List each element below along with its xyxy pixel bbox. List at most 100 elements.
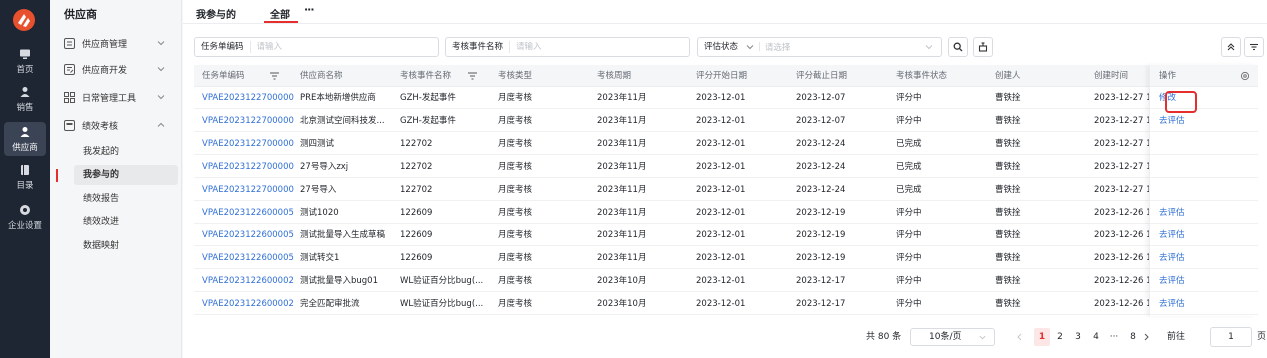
operation-row xyxy=(1150,179,1258,201)
evaluate-link[interactable]: 去评估 xyxy=(1159,270,1185,292)
cell-task-code[interactable]: VPAE20231227000004-1 xyxy=(202,133,294,155)
cell-type: 月度考核 xyxy=(498,299,533,310)
page-ellipsis[interactable]: ··· xyxy=(1106,328,1122,346)
page-number[interactable]: 2 xyxy=(1052,328,1068,346)
menu-item-supplier-development[interactable]: 供应商开发 xyxy=(64,60,181,78)
cell-creator: 曹铁拴 xyxy=(995,161,1021,172)
chevron-down-icon xyxy=(157,67,165,72)
cell-creator: 曹铁拴 xyxy=(995,184,1021,195)
goto-label: 前往 xyxy=(1167,332,1186,342)
header-end-date: 评分截止日期 xyxy=(796,71,848,81)
cell-task-code[interactable]: VPAE20231227000005-1 xyxy=(202,87,294,109)
rail-item-settings[interactable]: 企业设置 xyxy=(0,200,50,234)
cell-supplier: 27号导入zxj xyxy=(300,161,349,172)
cell-period: 2023年11月 xyxy=(597,230,647,241)
cell-type: 月度考核 xyxy=(498,184,533,195)
cell-start-date: 2023-12-01 xyxy=(696,207,746,218)
cell-type: 月度考核 xyxy=(498,276,533,287)
sub-item-improvement[interactable]: 绩效改进 xyxy=(83,213,119,231)
settings-gear-icon[interactable] xyxy=(1240,71,1250,81)
chevron-down-icon xyxy=(157,41,165,46)
tab-all[interactable]: 全部 xyxy=(270,6,290,21)
cell-start-date: 2023-12-01 xyxy=(696,299,746,310)
rail-item-label: 销售 xyxy=(16,102,34,113)
sub-item-initiated[interactable]: 我发起的 xyxy=(83,143,119,161)
cell-start-date: 2023-12-01 xyxy=(696,93,746,103)
goto-page-input[interactable]: 1 xyxy=(1210,327,1252,347)
page-size-select[interactable]: 10条/页 xyxy=(910,328,995,346)
menu-item-label: 绩效考核 xyxy=(82,121,119,132)
page-number[interactable]: 1 xyxy=(1034,328,1050,346)
cell-start-date: 2023-12-01 xyxy=(696,161,746,172)
cell-task-code[interactable]: VPAE20231226000025-1 xyxy=(202,293,294,315)
page-number[interactable]: 4 xyxy=(1088,328,1104,346)
gear-icon xyxy=(20,204,30,215)
sub-item-participated[interactable]: 我参与的 xyxy=(83,166,119,184)
cell-supplier: 北京测试空间科技发... xyxy=(300,115,385,126)
cell-start-date: 2023-12-01 xyxy=(696,184,746,195)
page-number[interactable]: 8 xyxy=(1125,328,1141,346)
grid-icon xyxy=(64,91,75,103)
menu-item-daily-tools[interactable]: 日常管理工具 xyxy=(64,88,181,106)
evaluate-link[interactable]: 去评估 xyxy=(1159,247,1185,269)
next-page-icon[interactable] xyxy=(1143,333,1150,341)
evaluate-link[interactable]: 去评估 xyxy=(1159,110,1185,132)
advanced-filter-button[interactable] xyxy=(1244,37,1264,57)
table-row: VPAE20231226000051-3 测试转交1 122609 月度考核 2023年… xyxy=(194,247,1257,270)
prev-page-icon[interactable] xyxy=(1016,333,1023,341)
cell-period: 2023年10月 xyxy=(597,299,647,310)
task-code-input[interactable] xyxy=(256,42,438,52)
more-tabs-button[interactable]: ··· xyxy=(304,3,315,16)
header-event-name: 考核事件名称 xyxy=(400,71,452,81)
column-filter-icon[interactable] xyxy=(270,72,279,80)
cell-start-date: 2023-12-01 xyxy=(696,230,746,241)
rail-item-catalog[interactable]: 目录 xyxy=(0,160,50,194)
chevron-down-icon xyxy=(925,45,933,50)
column-filter-icon[interactable] xyxy=(468,72,477,80)
cell-type: 月度考核 xyxy=(498,253,533,264)
event-name-input[interactable] xyxy=(516,42,689,52)
rail-item-label: 供应商 xyxy=(12,142,38,153)
cell-start-date: 2023-12-01 xyxy=(696,276,746,287)
tab-bar: 我参与的 全部 ··· xyxy=(183,0,1267,24)
evaluate-link[interactable]: 去评估 xyxy=(1159,293,1185,315)
cell-event-status: 已完成 xyxy=(896,161,922,172)
cell-start-date: 2023-12-01 xyxy=(696,253,746,264)
cell-creator: 曹铁拴 xyxy=(995,138,1021,149)
cell-event-name: WL验证百分比bug(... xyxy=(400,299,484,310)
menu-item-supplier-management[interactable]: 供应商管理 xyxy=(64,34,181,52)
evaluate-link[interactable]: 去评估 xyxy=(1159,202,1185,224)
menu-title: 供应商 xyxy=(64,8,97,21)
evaluate-link[interactable]: 去评估 xyxy=(1159,224,1185,246)
rail-item-home[interactable]: 首页 xyxy=(0,44,50,78)
status-filter[interactable]: 评估状态 | 请选择 xyxy=(697,37,942,57)
filter-lines-icon xyxy=(1250,43,1258,51)
search-icon xyxy=(953,42,963,52)
header-type: 考核类型 xyxy=(498,71,533,81)
sub-item-report[interactable]: 绩效报告 xyxy=(83,190,119,208)
table-row: VPAE20231226000025-1 完全匹配审批流 WL验证百分比bug(..… xyxy=(194,293,1257,316)
menu-item-performance[interactable]: 绩效考核 xyxy=(64,116,181,134)
cell-period: 2023年11月 xyxy=(597,207,647,218)
cell-task-code[interactable]: VPAE20231226000051-2 xyxy=(202,224,294,246)
search-button[interactable] xyxy=(948,37,968,57)
sub-item-data-mapping[interactable]: 数据映射 xyxy=(83,237,119,255)
collapse-filter-button[interactable] xyxy=(1221,37,1241,57)
cell-task-code[interactable]: VPAE20231226000051-3 xyxy=(202,247,294,269)
task-code-label: 任务单编码 xyxy=(195,41,251,53)
cell-task-code[interactable]: VPAE20231227000004-3 xyxy=(202,156,294,178)
rail-item-supplier[interactable]: 供应商 xyxy=(4,122,46,156)
rail-item-sales[interactable]: 销售 xyxy=(0,82,50,116)
cell-event-status: 已完成 xyxy=(896,184,922,195)
cell-task-code[interactable]: VPAE20231226000025-2 xyxy=(202,270,294,292)
clear-filter-button[interactable] xyxy=(973,37,993,57)
cell-type: 月度考核 xyxy=(498,93,533,103)
page-size-value: 10条/页 xyxy=(929,332,962,342)
cell-task-code[interactable]: VPAE20231227000005-2 xyxy=(202,110,294,132)
page-number[interactable]: 3 xyxy=(1070,328,1086,346)
cell-task-code[interactable]: VPAE20231226000051-1 xyxy=(202,202,294,224)
cell-task-code[interactable]: VPAE20231227000004-2 xyxy=(202,179,294,201)
tab-active-underline xyxy=(264,21,298,23)
app-logo-icon[interactable] xyxy=(12,8,36,32)
header-period: 考核周期 xyxy=(597,71,632,81)
